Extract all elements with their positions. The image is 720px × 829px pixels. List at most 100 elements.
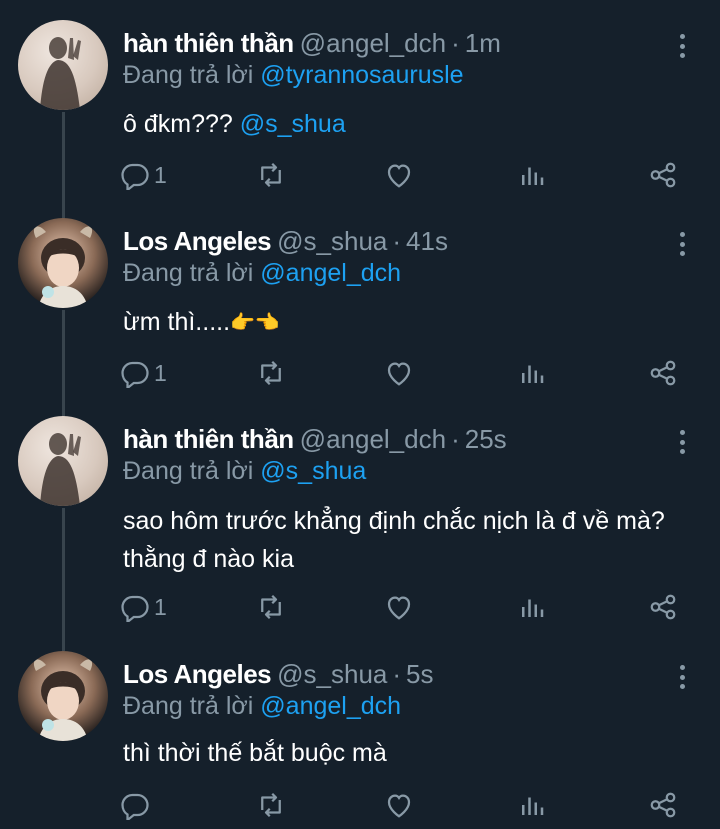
share-icon [648, 358, 678, 388]
tweet-text: thì thời thế bắt buộc mà [123, 737, 387, 769]
retweet-button[interactable] [256, 357, 286, 389]
reply-button[interactable]: 1 [120, 159, 167, 191]
like-icon [384, 160, 414, 190]
tweet[interactable]: Los Angeles @s_shua · 5s Đang trả lời @ange… [0, 651, 720, 829]
reply-icon [120, 790, 150, 820]
replying-mention[interactable]: @tyrannosaurusle [260, 61, 463, 89]
like-icon [384, 358, 414, 388]
avatar[interactable] [18, 416, 108, 506]
reply-button[interactable]: 1 [120, 591, 167, 623]
separator: · [451, 28, 460, 58]
display-name[interactable]: hàn thiên thần [123, 28, 294, 58]
retweet-icon [256, 790, 286, 820]
tweet-text-line: sao hôm trước khẳng định chắc nịch là đ … [123, 507, 665, 535]
user-handle[interactable]: @s_shua [277, 659, 387, 689]
like-button[interactable] [384, 159, 414, 191]
like-icon [384, 790, 414, 820]
pointing-fingers-emoji: 👉👈 [230, 312, 280, 335]
reply-icon [120, 592, 150, 622]
tweet-header: Los Angeles @s_shua · 41s [123, 226, 448, 256]
timestamp[interactable]: 25s [465, 424, 507, 454]
tweet-text-content: ô đkm??? [123, 110, 233, 138]
tweet-text-line: thằng đ nào kia [123, 545, 294, 573]
tweet[interactable]: hàn thiên thần @angel_dch · 1m Đang trả lời… [0, 20, 720, 198]
avatar[interactable] [18, 20, 108, 110]
reply-count: 1 [154, 359, 167, 386]
user-handle[interactable]: @angel_dch [300, 28, 446, 58]
replying-label: Đang trả lời [123, 457, 254, 485]
avatar[interactable] [18, 218, 108, 308]
reply-count: 1 [154, 593, 167, 620]
tweet-header: Los Angeles @s_shua · 5s [123, 659, 434, 689]
like-button[interactable] [384, 357, 414, 389]
retweet-icon [256, 592, 286, 622]
replying-mention[interactable]: @s_shua [260, 457, 366, 485]
avatar[interactable] [18, 651, 108, 741]
share-icon [648, 790, 678, 820]
timestamp[interactable]: 5s [406, 659, 433, 689]
tweet-text-content: ừm thì..... [123, 308, 231, 336]
analytics-icon [517, 160, 547, 190]
retweet-icon [256, 358, 286, 388]
tweet-text: ô đkm??? @s_shua [123, 108, 346, 140]
action-bar: 1 [120, 591, 690, 623]
replying-mention[interactable]: @angel_dch [260, 259, 401, 287]
share-button[interactable] [648, 789, 678, 821]
display-name[interactable]: Los Angeles [123, 226, 272, 256]
reply-icon [120, 358, 150, 388]
tweet-header: hàn thiên thần @angel_dch · 25s [123, 424, 507, 454]
analytics-button[interactable] [517, 159, 547, 191]
like-button[interactable] [384, 591, 414, 623]
user-handle[interactable]: @s_shua [277, 226, 387, 256]
tweet[interactable]: hàn thiên thần @angel_dch · 25s Đang trả lờ… [0, 416, 720, 629]
like-icon [384, 592, 414, 622]
replying-label: Đang trả lời [123, 61, 254, 89]
reply-count: 1 [154, 161, 167, 188]
tweet-text: ừm thì.....👉👈 [123, 306, 280, 339]
share-icon [648, 592, 678, 622]
more-icon[interactable] [676, 232, 688, 256]
more-icon[interactable] [676, 34, 688, 58]
retweet-button[interactable] [256, 591, 286, 623]
share-button[interactable] [648, 357, 678, 389]
share-icon [648, 160, 678, 190]
tweet-text-content: thì thời thế bắt buộc mà [123, 739, 387, 767]
separator: · [392, 659, 402, 689]
replying-to: Đang trả lời @tyrannosaurusle [123, 60, 464, 90]
timestamp[interactable]: 41s [406, 226, 448, 256]
replying-to: Đang trả lời @angel_dch [123, 258, 401, 288]
reply-icon [120, 160, 150, 190]
analytics-button[interactable] [517, 357, 547, 389]
reply-button[interactable] [120, 789, 154, 821]
separator: · [392, 226, 402, 256]
retweet-icon [256, 160, 286, 190]
analytics-icon [517, 592, 547, 622]
share-button[interactable] [648, 591, 678, 623]
action-bar: 1 [120, 159, 690, 191]
separator: · [451, 424, 460, 454]
share-button[interactable] [648, 159, 678, 191]
action-bar [120, 789, 690, 821]
tweet-header: hàn thiên thần @angel_dch · 1m [123, 28, 501, 58]
tweet-text: sao hôm trước khẳng định chắc nịch là đ … [123, 502, 665, 578]
analytics-button[interactable] [517, 591, 547, 623]
analytics-button[interactable] [517, 789, 547, 821]
replying-mention[interactable]: @angel_dch [260, 692, 401, 720]
timestamp[interactable]: 1m [465, 28, 501, 58]
reply-button[interactable]: 1 [120, 357, 167, 389]
action-bar: 1 [120, 357, 690, 389]
replying-to: Đang trả lời @angel_dch [123, 691, 401, 721]
replying-label: Đang trả lời [123, 692, 254, 720]
display-name[interactable]: hàn thiên thần [123, 424, 294, 454]
like-button[interactable] [384, 789, 414, 821]
analytics-icon [517, 790, 547, 820]
tweet[interactable]: Los Angeles @s_shua · 41s Đang trả lời @ang… [0, 218, 720, 396]
display-name[interactable]: Los Angeles [123, 659, 272, 689]
retweet-button[interactable] [256, 159, 286, 191]
retweet-button[interactable] [256, 789, 286, 821]
user-handle[interactable]: @angel_dch [300, 424, 446, 454]
more-icon[interactable] [676, 665, 688, 689]
more-icon[interactable] [676, 430, 688, 454]
tweet-mention[interactable]: @s_shua [240, 110, 346, 138]
analytics-icon [517, 358, 547, 388]
